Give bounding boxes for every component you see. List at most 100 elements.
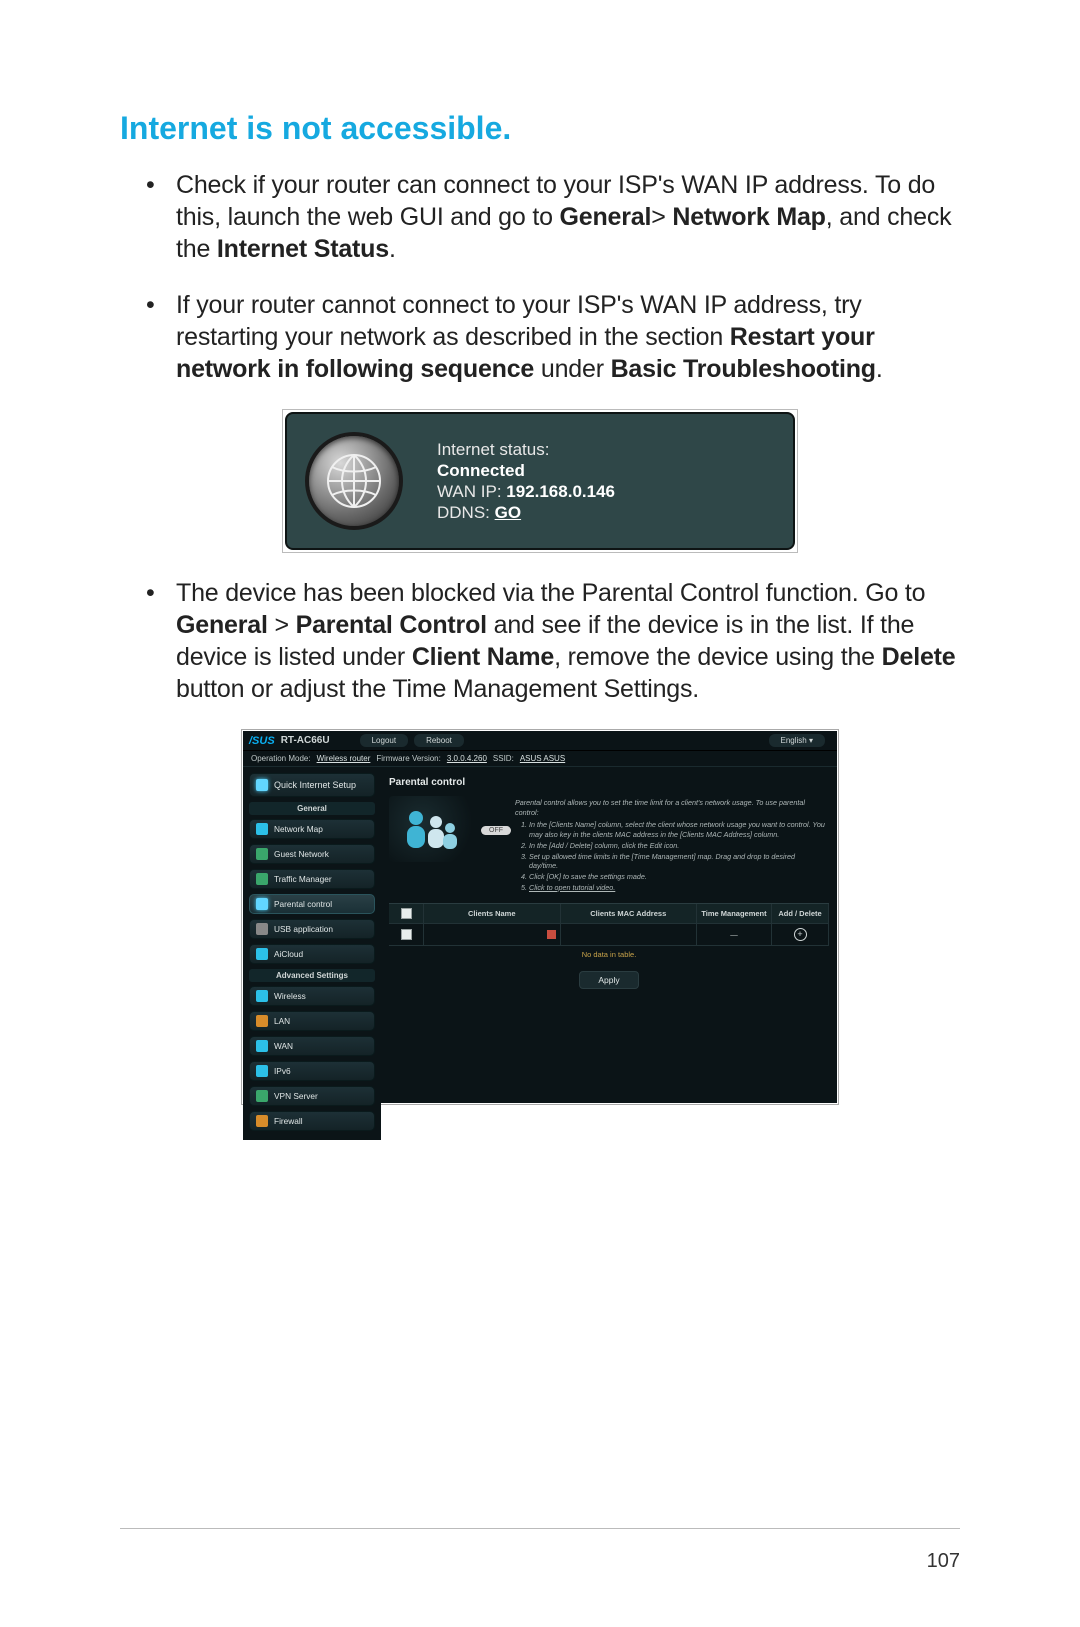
sidebar-item-guest-network[interactable]: Guest Network (249, 844, 375, 864)
section-title: Internet is not accessible. (120, 110, 960, 147)
sidebar-item-network-map[interactable]: Network Map (249, 819, 375, 839)
ddns-label: DDNS: (437, 503, 495, 522)
instruction-item-3: The device has been blocked via the Pare… (146, 577, 960, 705)
label: Parental control (274, 899, 332, 909)
language-select[interactable]: English ▾ (769, 734, 826, 747)
cloud-icon (256, 948, 268, 960)
manual-page: Internet is not accessible. Check if you… (0, 0, 1080, 1627)
sidebar-item-aicloud[interactable]: AiCloud (249, 944, 375, 964)
sidebar-header-general: General (249, 802, 375, 815)
header-clients-mac: Clients MAC Address (561, 904, 698, 923)
logout-button[interactable]: Logout (360, 734, 408, 747)
page-number: 107 (927, 1550, 960, 1573)
label: Wireless (274, 991, 306, 1001)
instruction-item-1: Check if your router can connect to your… (146, 169, 960, 265)
ddns-go-link[interactable]: GO (495, 503, 521, 522)
time-cell: — (697, 924, 772, 945)
text: > (651, 203, 672, 231)
sidebar-item-firewall[interactable]: Firewall (249, 1111, 375, 1131)
dropdown-icon[interactable] (547, 930, 556, 939)
map-icon (256, 823, 268, 835)
step-4: Click [OK] to save the settings made. (529, 872, 825, 882)
text: button or adjust the Time Management Set… (176, 675, 699, 703)
wand-icon (256, 779, 268, 791)
text: The device has been blocked via the Pare… (176, 579, 925, 607)
vpn-icon (256, 1090, 268, 1102)
gui-sidebar: Quick Internet Setup General Network Map… (243, 767, 381, 1140)
bold-basic-troubleshooting: Basic Troubleshooting (611, 355, 876, 383)
bold-general: General (560, 203, 652, 231)
gui-main-panel: Parental control OF (381, 767, 837, 1140)
firewall-icon (256, 1115, 268, 1127)
label: Guest Network (274, 849, 329, 859)
instruction-list: Check if your router can connect to your… (146, 169, 960, 385)
plus-icon: + (794, 928, 807, 941)
parental-control-screenshot: /SUS RT-AC66U Logout Reboot English ▾ Op… (241, 729, 839, 1105)
text: . (389, 235, 396, 263)
step-2: In the [Add / Delete] column, click the … (529, 841, 825, 851)
op-mode-value[interactable]: Wireless router (317, 754, 371, 763)
parental-toggle[interactable]: OFF (481, 826, 511, 835)
traffic-icon (256, 873, 268, 885)
label: VPN Server (274, 1091, 318, 1101)
wan-ip-label: WAN IP: (437, 482, 506, 501)
model-label: RT-AC66U (281, 735, 330, 746)
step-3: Set up allowed time limits in the [Time … (529, 852, 825, 871)
label: Network Map (274, 824, 323, 834)
client-name-input[interactable] (424, 924, 561, 945)
usb-icon (256, 923, 268, 935)
apply-button[interactable]: Apply (579, 971, 638, 989)
label: USB application (274, 924, 333, 934)
brand-logo: /SUS (249, 735, 275, 747)
header-clients-name: Clients Name (424, 904, 561, 923)
text: . (876, 355, 883, 383)
step-1: In the [Clients Name] column, select the… (529, 820, 825, 839)
label: Traffic Manager (274, 874, 332, 884)
sidebar-item-wan[interactable]: WAN (249, 1036, 375, 1056)
ssid-value: ASUS ASUS (520, 754, 565, 763)
bold-internet-status: Internet Status (217, 235, 389, 263)
sidebar-item-wireless[interactable]: Wireless (249, 986, 375, 1006)
header-checkbox[interactable] (389, 904, 424, 923)
sidebar-item-usb-application[interactable]: USB application (249, 919, 375, 939)
gui-header: /SUS RT-AC66U Logout Reboot English ▾ (243, 731, 837, 751)
text: under (534, 355, 610, 383)
language-value: English (781, 736, 807, 745)
sidebar-item-traffic-manager[interactable]: Traffic Manager (249, 869, 375, 889)
op-mode-label: Operation Mode: (251, 754, 311, 763)
wifi-icon (256, 990, 268, 1002)
step-5: Click to open tutorial video. (529, 883, 825, 893)
add-button[interactable]: + (772, 924, 829, 945)
bold-general: General (176, 611, 268, 639)
text: > (268, 611, 296, 639)
internet-status-screenshot: Internet status: Connected WAN IP: 192.1… (282, 409, 798, 553)
globe-icon (305, 432, 403, 530)
client-mac-input[interactable] (561, 924, 698, 945)
no-data-message: No data in table. (389, 946, 829, 963)
parental-icon (256, 898, 268, 910)
toggle-wrap: OFF (475, 796, 511, 895)
bold-parental-control: Parental Control (296, 611, 487, 639)
sidebar-item-ipv6[interactable]: IPv6 (249, 1061, 375, 1081)
sidebar-header-advanced: Advanced Settings (249, 969, 375, 982)
footer-rule (120, 1528, 960, 1529)
quick-internet-setup-button[interactable]: Quick Internet Setup (249, 773, 375, 797)
firmware-value[interactable]: 3.0.0.4.260 (447, 754, 487, 763)
ipv6-icon (256, 1065, 268, 1077)
sidebar-item-lan[interactable]: LAN (249, 1011, 375, 1031)
bold-network-map: Network Map (672, 203, 825, 231)
sidebar-item-vpn-server[interactable]: VPN Server (249, 1086, 375, 1106)
text: , remove the device using the (554, 643, 882, 671)
tutorial-link[interactable]: Click to open tutorial video. (529, 883, 615, 892)
label: Firewall (274, 1116, 303, 1126)
row-checkbox[interactable] (389, 924, 424, 945)
bold-delete: Delete (882, 643, 956, 671)
desc-intro: Parental control allows you to set the t… (515, 798, 825, 817)
ssid-label: SSID: (493, 754, 514, 763)
parental-description: Parental control allows you to set the t… (511, 796, 829, 895)
router-gui: /SUS RT-AC66U Logout Reboot English ▾ Op… (243, 731, 837, 1103)
wan-icon (256, 1040, 268, 1052)
sidebar-item-parental-control[interactable]: Parental control (249, 894, 375, 914)
header-add-delete: Add / Delete (772, 904, 829, 923)
reboot-button[interactable]: Reboot (414, 734, 464, 747)
